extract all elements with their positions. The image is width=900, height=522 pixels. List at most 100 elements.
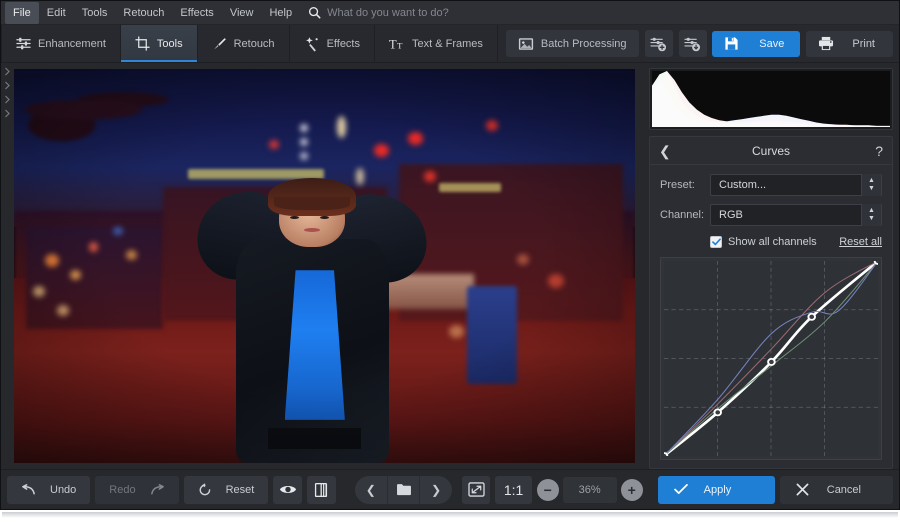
menu-bar: File Edit Tools Retouch Effects View Hel… [1, 1, 899, 25]
svg-text:T: T [389, 37, 397, 51]
tab-label: Effects [326, 37, 360, 50]
main-toolbar: Enhancement Tools Retouch Effects T T Te… [1, 25, 899, 63]
preset-label: Preset: [660, 179, 695, 191]
tab-label: Enhancement [38, 37, 106, 50]
images-icon [518, 37, 534, 50]
floppy-icon [725, 37, 738, 50]
tone-curve-editor[interactable] [659, 257, 883, 460]
undo-button[interactable]: Undo [7, 475, 91, 504]
check-icon [711, 238, 721, 246]
tab-effects[interactable]: Effects [290, 25, 375, 62]
add-preset-button[interactable] [644, 30, 673, 57]
text-icon: T T [389, 37, 403, 51]
x-icon [796, 483, 809, 496]
folder-icon [396, 484, 411, 496]
undo-label: Undo [50, 483, 77, 496]
app-window: File Edit Tools Retouch Effects View Hel… [0, 0, 900, 510]
tab-retouch[interactable]: Retouch [198, 25, 290, 62]
tab-label: Text & Frames [412, 37, 483, 50]
tab-enhancement[interactable]: Enhancement [1, 25, 121, 62]
caret-down-icon: ▼ [868, 215, 875, 222]
menu-item-file[interactable]: File [5, 1, 39, 24]
tab-label: Retouch [233, 37, 275, 50]
nav-prev-button[interactable]: ❮ [355, 476, 387, 504]
search-input[interactable] [327, 6, 568, 19]
menu-item-tools[interactable]: Tools [74, 2, 116, 24]
toolbar-right-actions: Save Print [712, 25, 899, 62]
menu-item-view[interactable]: View [222, 2, 262, 24]
menu-item-help[interactable]: Help [261, 2, 300, 24]
curves-panel-header: ❮ Curves ? [650, 137, 892, 165]
download-preset-button[interactable] [678, 30, 707, 57]
image-navigator: ❮ ❯ [354, 475, 452, 504]
compare-view-button[interactable] [306, 475, 336, 504]
right-panel: ❮ Curves ? Preset: Custom... ▲ ▼ Channel… [643, 63, 899, 469]
photo-preview [14, 69, 635, 463]
question-mark-icon[interactable]: ? [869, 144, 883, 158]
check-icon [673, 484, 688, 495]
search-icon [309, 6, 321, 19]
menu-item-retouch[interactable]: Retouch [115, 2, 172, 24]
brush-icon [213, 38, 226, 50]
zoom-out-button[interactable]: − [536, 478, 559, 501]
caret-up-icon: ▲ [868, 177, 875, 184]
show-all-channels-row: Show all channels Reset all [710, 236, 882, 248]
channel-label: Channel: [660, 209, 705, 221]
tone-curve-canvas[interactable] [659, 257, 883, 460]
printer-icon [819, 36, 834, 51]
image-canvas[interactable] [14, 69, 635, 463]
tone-curve-chart[interactable] [659, 257, 883, 460]
left-rail [1, 63, 14, 469]
histogram-panel [649, 68, 893, 130]
chevron-left-icon[interactable]: ❮ [659, 144, 673, 158]
channel-spinner[interactable]: ▲ ▼ [861, 204, 881, 226]
download-preset-icon [684, 37, 701, 51]
nav-next-button[interactable]: ❯ [419, 475, 451, 504]
histogram [652, 71, 890, 127]
zoom-in-button[interactable]: + [620, 478, 643, 501]
chevron-right-icon[interactable] [4, 95, 11, 104]
eye-icon [279, 486, 296, 493]
chevron-right-icon[interactable] [4, 67, 11, 76]
apply-button[interactable]: Apply [657, 475, 775, 504]
nav-folder-button[interactable] [386, 475, 419, 504]
canvas-area[interactable] [14, 63, 643, 469]
tab-tools[interactable]: Tools [120, 25, 198, 62]
reset-all-link[interactable]: Reset all [839, 236, 882, 248]
bottom-toolbar: Undo Redo Reset ❮ ❯ 1:1 − 36% + Apply Ca… [1, 469, 899, 509]
add-preset-icon [650, 37, 667, 51]
apply-label: Apply [703, 483, 732, 496]
chevron-right-icon[interactable] [4, 109, 11, 118]
actual-size-button[interactable]: 1:1 [495, 475, 532, 504]
tab-label: Tools [156, 37, 183, 50]
show-all-channels-label: Show all channels [728, 236, 817, 248]
preset-spinner[interactable]: ▲ ▼ [861, 174, 881, 196]
tab-batch-processing[interactable]: Batch Processing [505, 30, 639, 57]
cancel-button[interactable]: Cancel [779, 475, 894, 504]
fit-to-screen-button[interactable] [461, 475, 491, 504]
save-label: Save [759, 37, 785, 50]
save-button[interactable]: Save [712, 30, 801, 57]
tab-text-and-frames[interactable]: T T Text & Frames [375, 25, 498, 62]
preview-toggle-button[interactable] [273, 475, 302, 504]
show-all-channels-checkbox[interactable] [710, 236, 722, 248]
menu-search[interactable] [308, 6, 568, 19]
reset-label: Reset [225, 483, 255, 496]
channel-row: Channel: RGB ▲ ▼ [660, 204, 882, 226]
redo-button[interactable]: Redo [95, 475, 179, 504]
zoom-value[interactable]: 36% [562, 476, 617, 503]
reset-button[interactable]: Reset [183, 475, 269, 504]
reset-circle-icon [199, 482, 210, 495]
preset-value: Custom... [719, 179, 767, 191]
channel-select[interactable]: RGB ▲ ▼ [710, 204, 882, 226]
preset-select[interactable]: Custom... ▲ ▼ [710, 174, 882, 196]
window-shadow [2, 512, 898, 518]
fit-to-screen-icon [467, 482, 485, 497]
split-view-icon [315, 482, 328, 497]
redo-label: Redo [109, 483, 136, 496]
panel-title: Curves [751, 143, 790, 158]
menu-item-edit[interactable]: Edit [39, 2, 74, 24]
chevron-right-icon[interactable] [4, 81, 11, 90]
print-button[interactable]: Print [806, 30, 893, 57]
menu-item-effects[interactable]: Effects [172, 2, 221, 24]
